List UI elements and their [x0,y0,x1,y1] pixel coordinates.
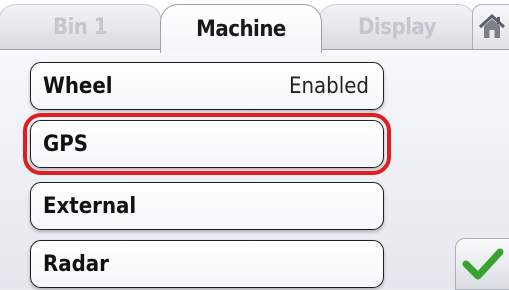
home-icon [478,13,505,38]
wheel-row[interactable]: Wheel Enabled [30,62,384,110]
checkmark-icon [462,248,504,280]
row-label: Wheel [43,73,113,99]
external-row[interactable]: External [30,182,384,230]
confirm-button[interactable] [455,238,509,290]
tab-label: Machine [196,16,286,42]
row-label: External [43,193,137,219]
radar-row[interactable]: Radar [30,240,384,288]
gps-row[interactable]: GPS [23,113,391,175]
tab-bin-1[interactable]: Bin 1 [0,4,162,49]
tab-bar: Bin 1 Display Machine [0,0,509,53]
home-button[interactable] [472,4,509,50]
tab-machine[interactable]: Machine [160,4,322,53]
tab-label: Bin 1 [52,14,108,40]
tab-display[interactable]: Display [318,4,476,49]
settings-panel: Wheel Enabled GPS External Radar [0,49,509,289]
row-label: GPS [43,131,88,157]
tab-label: Display [357,14,437,40]
row-value: Enabled [289,73,369,99]
row-label: Radar [43,251,109,277]
